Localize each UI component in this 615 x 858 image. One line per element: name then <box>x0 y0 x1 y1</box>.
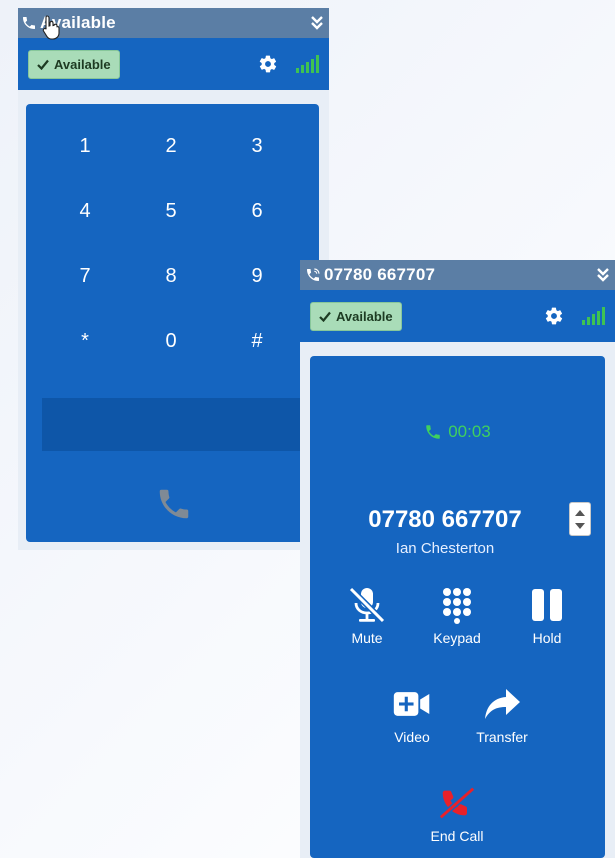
caller-number: 07780 667707 <box>368 506 522 533</box>
hold-button[interactable]: Hold <box>507 586 587 646</box>
dialer-title-bar: Available <box>18 8 329 38</box>
mute-button[interactable]: Mute <box>327 586 407 646</box>
hold-label: Hold <box>532 630 562 646</box>
dial-key-4[interactable]: 4 <box>55 191 115 231</box>
dialer-panel: Available Available 1 2 3 4 5 6 7 8 9 * … <box>18 8 329 550</box>
microphone-slash-icon <box>347 586 387 624</box>
call-scroller[interactable] <box>569 502 591 536</box>
dial-key-9[interactable]: 9 <box>227 256 287 296</box>
dialer-status-bar: Available <box>18 38 329 90</box>
end-call-button[interactable]: End Call <box>417 784 497 844</box>
signal-bars-icon <box>582 307 605 325</box>
mute-label: Mute <box>351 630 383 646</box>
keypad-button[interactable]: Keypad <box>417 586 497 646</box>
dial-key-1[interactable]: 1 <box>55 126 115 166</box>
dial-key-star[interactable]: * <box>55 321 115 361</box>
grid-icon <box>437 586 477 624</box>
check-icon <box>37 59 49 70</box>
transfer-label: Transfer <box>476 729 528 745</box>
dial-key-3[interactable]: 3 <box>227 126 287 166</box>
available-status-button[interactable]: Available <box>28 49 120 79</box>
gear-icon[interactable] <box>544 306 564 326</box>
dialpad-card: 1 2 3 4 5 6 7 8 9 * 0 # <box>26 104 319 542</box>
phone-icon <box>426 425 440 439</box>
active-call-panel: 07780 667707 Available 00:03 07780 66770… <box>300 260 615 858</box>
dial-key-7[interactable]: 7 <box>55 256 115 296</box>
caret-up-icon[interactable] <box>575 509 585 516</box>
phone-slash-icon <box>437 784 477 822</box>
dial-key-8[interactable]: 8 <box>141 256 201 296</box>
caller-name: Ian Chesterton <box>395 540 495 557</box>
signal-bars-icon <box>296 55 319 73</box>
dial-key-6[interactable]: 6 <box>227 191 287 231</box>
call-timer-text: 00:03 <box>448 422 491 441</box>
call-timer: 00:03 <box>310 422 605 442</box>
check-icon <box>319 311 331 322</box>
call-status-bar: Available <box>300 290 615 342</box>
dialer-body: 1 2 3 4 5 6 7 8 9 * 0 # <box>18 90 329 550</box>
hand-cursor-icon <box>42 15 60 40</box>
video-button[interactable]: Video <box>372 685 452 745</box>
video-label: Video <box>394 729 430 745</box>
phone-icon <box>159 489 189 519</box>
transfer-button[interactable]: Transfer <box>462 685 542 745</box>
dialer-title: Available <box>20 13 309 33</box>
call-button[interactable] <box>154 484 194 524</box>
call-title-bar: 07780 667707 <box>300 260 615 290</box>
caret-down-icon[interactable] <box>575 522 585 529</box>
keypad-label: Keypad <box>433 630 481 646</box>
phone-icon <box>23 17 35 29</box>
available-status-button[interactable]: Available <box>310 301 402 331</box>
status-label: Available <box>336 308 393 324</box>
dial-number-input[interactable] <box>42 398 319 451</box>
end-call-label: End Call <box>430 828 484 844</box>
call-title-text: 07780 667707 <box>324 265 436 284</box>
share-arrow-icon <box>482 685 522 723</box>
gear-icon[interactable] <box>258 54 278 74</box>
dial-key-2[interactable]: 2 <box>141 126 201 166</box>
pause-icon <box>527 586 567 624</box>
call-body: 00:03 07780 667707 Ian Chesterton Mute K… <box>300 342 615 858</box>
dial-key-hash[interactable]: # <box>227 321 287 361</box>
double-chevron-down-icon[interactable] <box>595 267 611 283</box>
dial-key-0[interactable]: 0 <box>141 321 201 361</box>
status-label: Available <box>54 56 111 72</box>
dial-key-5[interactable]: 5 <box>141 191 201 231</box>
call-title: 07780 667707 <box>304 265 595 285</box>
phone-ringing-icon <box>307 268 320 281</box>
double-chevron-down-icon[interactable] <box>309 15 325 31</box>
video-plus-icon <box>392 685 432 723</box>
call-card: 00:03 07780 667707 Ian Chesterton Mute K… <box>310 356 605 858</box>
